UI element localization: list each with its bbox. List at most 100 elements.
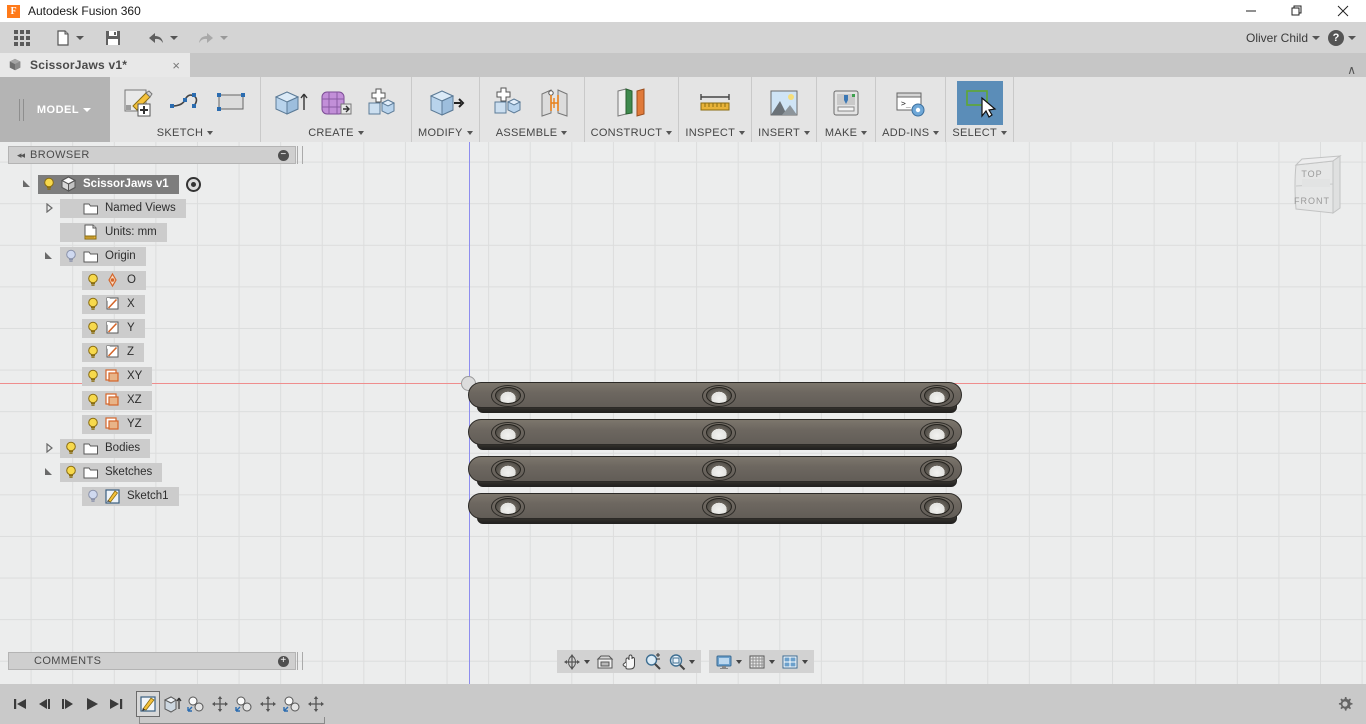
new-component-button[interactable]: [486, 81, 532, 125]
visibility-bulb-icon[interactable]: [41, 176, 57, 192]
chevron-down-icon[interactable]: [802, 659, 808, 664]
grid-snap-button[interactable]: [745, 651, 769, 672]
tree-item-origin[interactable]: Origin: [8, 244, 298, 268]
tree-item-scissorjaws-v1[interactable]: ScissorJaws v1: [8, 172, 298, 196]
extrude-button[interactable]: [267, 81, 313, 125]
visibility-bulb-icon[interactable]: [85, 344, 101, 360]
view-cube-front-label[interactable]: FRONT: [1282, 196, 1342, 206]
close-button[interactable]: [1320, 0, 1366, 22]
panel-label-modify[interactable]: MODIFY: [418, 127, 473, 142]
tree-item-chip[interactable]: Bodies: [60, 438, 151, 458]
tree-item-named-views[interactable]: Named Views: [8, 196, 298, 220]
collapse-arrow-icon[interactable]: [44, 467, 60, 477]
select-button[interactable]: [956, 81, 1003, 125]
timeline-move-feature-3[interactable]: [304, 691, 328, 717]
timeline-move-feature-2[interactable]: [256, 691, 280, 717]
play-button[interactable]: [80, 689, 104, 719]
rectangle-button[interactable]: [208, 81, 254, 125]
tree-item-o[interactable]: O: [8, 268, 298, 292]
step-forward-button[interactable]: [56, 689, 80, 719]
zoom-button[interactable]: [641, 651, 665, 672]
tree-item-chip[interactable]: Named Views: [60, 198, 186, 218]
user-account-button[interactable]: Oliver Child: [1246, 31, 1328, 45]
tree-item-chip[interactable]: XZ: [82, 390, 152, 410]
visibility-bulb-icon[interactable]: [85, 368, 101, 384]
panel-label-assemble[interactable]: ASSEMBLE: [486, 127, 578, 142]
3d-print-button[interactable]: [823, 81, 869, 125]
tree-item-units-mm[interactable]: Units: mm: [8, 220, 298, 244]
panel-label-make[interactable]: MAKE: [823, 127, 869, 142]
chevron-down-icon[interactable]: [584, 659, 590, 664]
scripts-addins-button[interactable]: >_: [888, 81, 934, 125]
help-button[interactable]: ?: [1328, 29, 1366, 46]
collapse-arrow-icon[interactable]: [44, 251, 60, 261]
visibility-bulb-icon[interactable]: [85, 392, 101, 408]
activate-component-toggle[interactable]: [185, 176, 201, 192]
look-at-button[interactable]: [593, 651, 617, 672]
create-sketch-button[interactable]: [116, 81, 162, 125]
orbit-button[interactable]: [560, 651, 584, 672]
tree-item-sketch1[interactable]: Sketch1: [8, 484, 298, 508]
chevron-down-icon[interactable]: [736, 659, 742, 664]
panel-label-construct[interactable]: CONSTRUCT: [591, 127, 673, 142]
timeline-move-feature-1[interactable]: [208, 691, 232, 717]
insert-mcmaster-button[interactable]: [761, 81, 807, 125]
visibility-bulb-icon[interactable]: [85, 488, 101, 504]
maximize-button[interactable]: [1274, 0, 1320, 22]
timeline-sketch-feature[interactable]: [136, 691, 160, 717]
workspace-switcher[interactable]: MODEL: [0, 77, 110, 142]
visibility-bulb-icon[interactable]: [85, 320, 101, 336]
tree-item-chip[interactable]: ScissorJaws v1: [38, 174, 179, 194]
tree-item-z[interactable]: Z: [8, 340, 298, 364]
document-tab-scissorjaws[interactable]: ScissorJaws v1* ×: [0, 53, 190, 77]
panel-label-select[interactable]: SELECT: [952, 127, 1007, 142]
spline-button[interactable]: [162, 81, 208, 125]
viewport-layout-button[interactable]: [778, 651, 802, 672]
skip-to-start-button[interactable]: [8, 689, 32, 719]
tree-item-bodies[interactable]: Bodies: [8, 436, 298, 460]
tree-item-yz[interactable]: YZ: [8, 412, 298, 436]
expand-arrow-icon[interactable]: [44, 443, 60, 453]
zoom-window-button[interactable]: [665, 651, 689, 672]
tree-item-chip[interactable]: Y: [82, 318, 145, 338]
collapse-arrow-icon[interactable]: [22, 179, 38, 189]
tree-item-chip[interactable]: Sketch1: [82, 486, 179, 506]
sculpt-button[interactable]: [313, 81, 359, 125]
view-cube[interactable]: TOP FRONT: [1288, 151, 1348, 217]
panel-label-insert[interactable]: INSERT: [758, 127, 811, 142]
display-settings-button[interactable]: [712, 651, 736, 672]
save-button[interactable]: [99, 22, 127, 53]
view-cube-top-label[interactable]: TOP: [1282, 169, 1342, 179]
offset-plane-button[interactable]: [608, 81, 654, 125]
panel-label-create[interactable]: CREATE: [267, 127, 405, 142]
step-back-button[interactable]: [32, 689, 56, 719]
tree-item-chip[interactable]: Units: mm: [60, 222, 167, 242]
skip-to-end-button[interactable]: [104, 689, 128, 719]
chevron-down-icon[interactable]: [769, 659, 775, 664]
timeline-rigid-joint-feature-3[interactable]: [280, 691, 304, 717]
timeline-rigid-joint-feature-1[interactable]: [184, 691, 208, 717]
panel-label-addins[interactable]: ADD-INS: [882, 127, 940, 142]
new-file-button[interactable]: [49, 22, 89, 53]
visibility-bulb-icon[interactable]: [85, 416, 101, 432]
timeline-rigid-joint-feature-2[interactable]: [232, 691, 256, 717]
pattern-button[interactable]: [359, 81, 405, 125]
redo-button[interactable]: [191, 22, 233, 53]
tree-item-chip[interactable]: X: [82, 294, 145, 314]
tree-item-chip[interactable]: Sketches: [60, 462, 163, 482]
visibility-bulb-icon[interactable]: [63, 464, 79, 480]
undo-button[interactable]: [141, 22, 183, 53]
collapse-browser-button[interactable]: ◂◂: [17, 150, 25, 161]
comments-resize-handle[interactable]: [297, 652, 303, 670]
panel-label-sketch[interactable]: SKETCH: [116, 127, 254, 142]
chevron-down-icon[interactable]: [689, 659, 695, 664]
visibility-bulb-icon[interactable]: [63, 440, 79, 456]
panel-label-inspect[interactable]: INSPECT: [685, 127, 746, 142]
press-pull-button[interactable]: [422, 81, 468, 125]
tree-item-xz[interactable]: XZ: [8, 388, 298, 412]
minimize-browser-button[interactable]: −: [278, 149, 289, 161]
visibility-bulb-icon[interactable]: [85, 296, 101, 312]
minimize-button[interactable]: [1228, 0, 1274, 22]
tree-item-chip[interactable]: XY: [82, 366, 153, 386]
joint-button[interactable]: [532, 81, 578, 125]
